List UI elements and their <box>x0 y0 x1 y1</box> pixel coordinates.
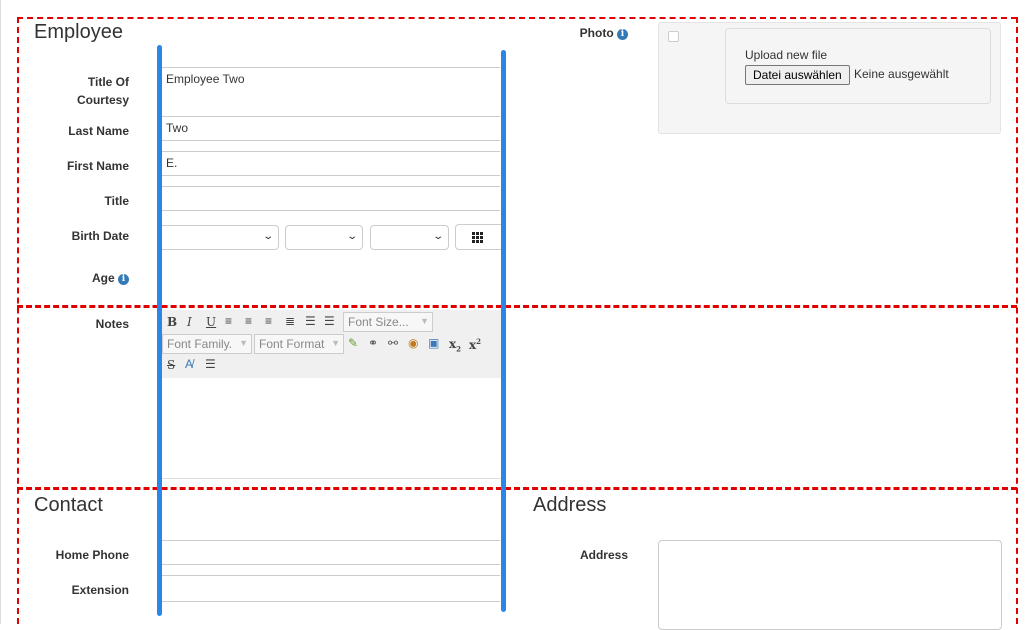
photo-checkbox[interactable] <box>668 31 679 42</box>
dropdown-arrow-icon: ▼ <box>239 338 248 348</box>
first-name-input[interactable]: E. <box>160 151 500 176</box>
photo-label: Photo i <box>528 24 628 42</box>
highlight-bar-right <box>501 50 506 612</box>
upload-label: Upload new file <box>745 48 828 62</box>
info-icon[interactable]: i <box>617 29 628 40</box>
address-label: Address <box>579 548 628 562</box>
birth-date-label: Birth Date <box>71 229 129 243</box>
subscript-icon[interactable]: x2 <box>449 337 461 353</box>
title-of-courtesy-input-lower <box>160 93 500 117</box>
align-left-icon[interactable]: ≡ <box>225 314 232 328</box>
align-right-icon[interactable]: ≡ <box>265 314 272 328</box>
align-justify-icon[interactable]: ≣ <box>285 314 295 328</box>
chevron-down-icon: ⌄ <box>345 231 358 242</box>
age-label-text: Age <box>91 271 115 285</box>
date-picker-button[interactable] <box>455 224 501 250</box>
chevron-down-icon: ⌄ <box>261 231 274 242</box>
address-section-title: Address <box>533 494 607 516</box>
link-icon[interactable]: ⚭ <box>368 336 378 350</box>
font-family-select-text: Font Family. <box>167 337 233 351</box>
title-of-courtesy-label-line2: Courtesy <box>76 93 129 107</box>
ordered-list-icon[interactable]: ☰ <box>305 314 316 328</box>
calendar-grid-icon <box>472 232 483 243</box>
choose-file-button[interactable]: Datei auswählen <box>745 65 850 85</box>
birth-day-select[interactable]: ⌄ <box>160 225 279 250</box>
title-of-courtesy-input[interactable]: Employee Two <box>160 67 500 94</box>
edit-html-icon[interactable]: ✎ <box>348 336 358 350</box>
chevron-down-icon: ⌄ <box>431 231 444 242</box>
contact-section-border <box>17 487 1017 490</box>
info-icon[interactable]: i <box>118 274 129 285</box>
home-phone-input[interactable] <box>160 540 500 565</box>
notes-section-border <box>17 305 1017 308</box>
age-label: Age i <box>29 269 129 287</box>
extension-label: Extension <box>71 583 129 597</box>
highlight-bar-left <box>157 45 162 616</box>
last-name-input[interactable]: Two <box>160 116 500 141</box>
section-border-left <box>17 17 19 624</box>
insert-table-icon[interactable]: ▣ <box>428 336 439 350</box>
page-edge-line <box>0 0 1 624</box>
font-format-select[interactable]: Font Format ▼ <box>254 334 344 354</box>
contact-section-title: Contact <box>34 494 103 516</box>
title-input[interactable] <box>160 186 500 211</box>
align-center-icon[interactable]: ≡ <box>245 314 252 328</box>
last-name-label: Last Name <box>68 124 129 138</box>
font-format-select-text: Font Format <box>259 337 325 351</box>
title-of-courtesy-label-line1: Title Of <box>87 75 129 89</box>
horizontal-rule-icon[interactable]: ☰ <box>205 357 216 371</box>
notes-editor-toolbar: B I U ≡ ≡ ≡ ≣ ☰ ☰ Font Size... ▼ Font Fam… <box>160 310 501 379</box>
section-border-right <box>1016 17 1018 624</box>
unordered-list-icon[interactable]: ☰ <box>324 314 335 328</box>
birth-month-select[interactable]: ⌄ <box>285 225 363 250</box>
birth-year-select[interactable]: ⌄ <box>370 225 449 250</box>
notes-editor-area[interactable] <box>160 378 501 479</box>
extension-input[interactable] <box>160 575 500 602</box>
employee-section-title: Employee <box>34 21 123 43</box>
image-icon[interactable]: ◉ <box>408 336 418 350</box>
remove-format-icon[interactable]: A̸ <box>185 357 193 371</box>
first-name-label: First Name <box>66 159 129 173</box>
employee-section-border-top <box>17 17 1017 19</box>
font-family-select[interactable]: Font Family. ▼ <box>162 334 252 354</box>
superscript-icon[interactable]: x2 <box>469 337 481 352</box>
dropdown-arrow-icon: ▼ <box>420 316 429 326</box>
unlink-icon[interactable]: ⚯ <box>388 336 398 350</box>
dropdown-arrow-icon: ▼ <box>331 338 340 348</box>
no-file-text: Keine ausgewählt <box>854 67 949 81</box>
notes-label: Notes <box>95 317 129 331</box>
font-size-select-text: Font Size... <box>348 315 409 329</box>
title-label: Title <box>104 194 129 208</box>
italic-icon[interactable]: I <box>187 315 192 329</box>
underline-icon[interactable]: U <box>206 315 216 329</box>
photo-label-text: Photo <box>579 26 614 40</box>
strikethrough-icon[interactable]: S <box>167 358 175 372</box>
title-of-courtesy-label: Title Of Courtesy <box>29 73 129 109</box>
address-textarea[interactable] <box>658 540 1002 630</box>
font-size-select[interactable]: Font Size... ▼ <box>343 312 433 332</box>
home-phone-label: Home Phone <box>55 548 129 562</box>
bold-icon[interactable]: B <box>167 315 177 329</box>
